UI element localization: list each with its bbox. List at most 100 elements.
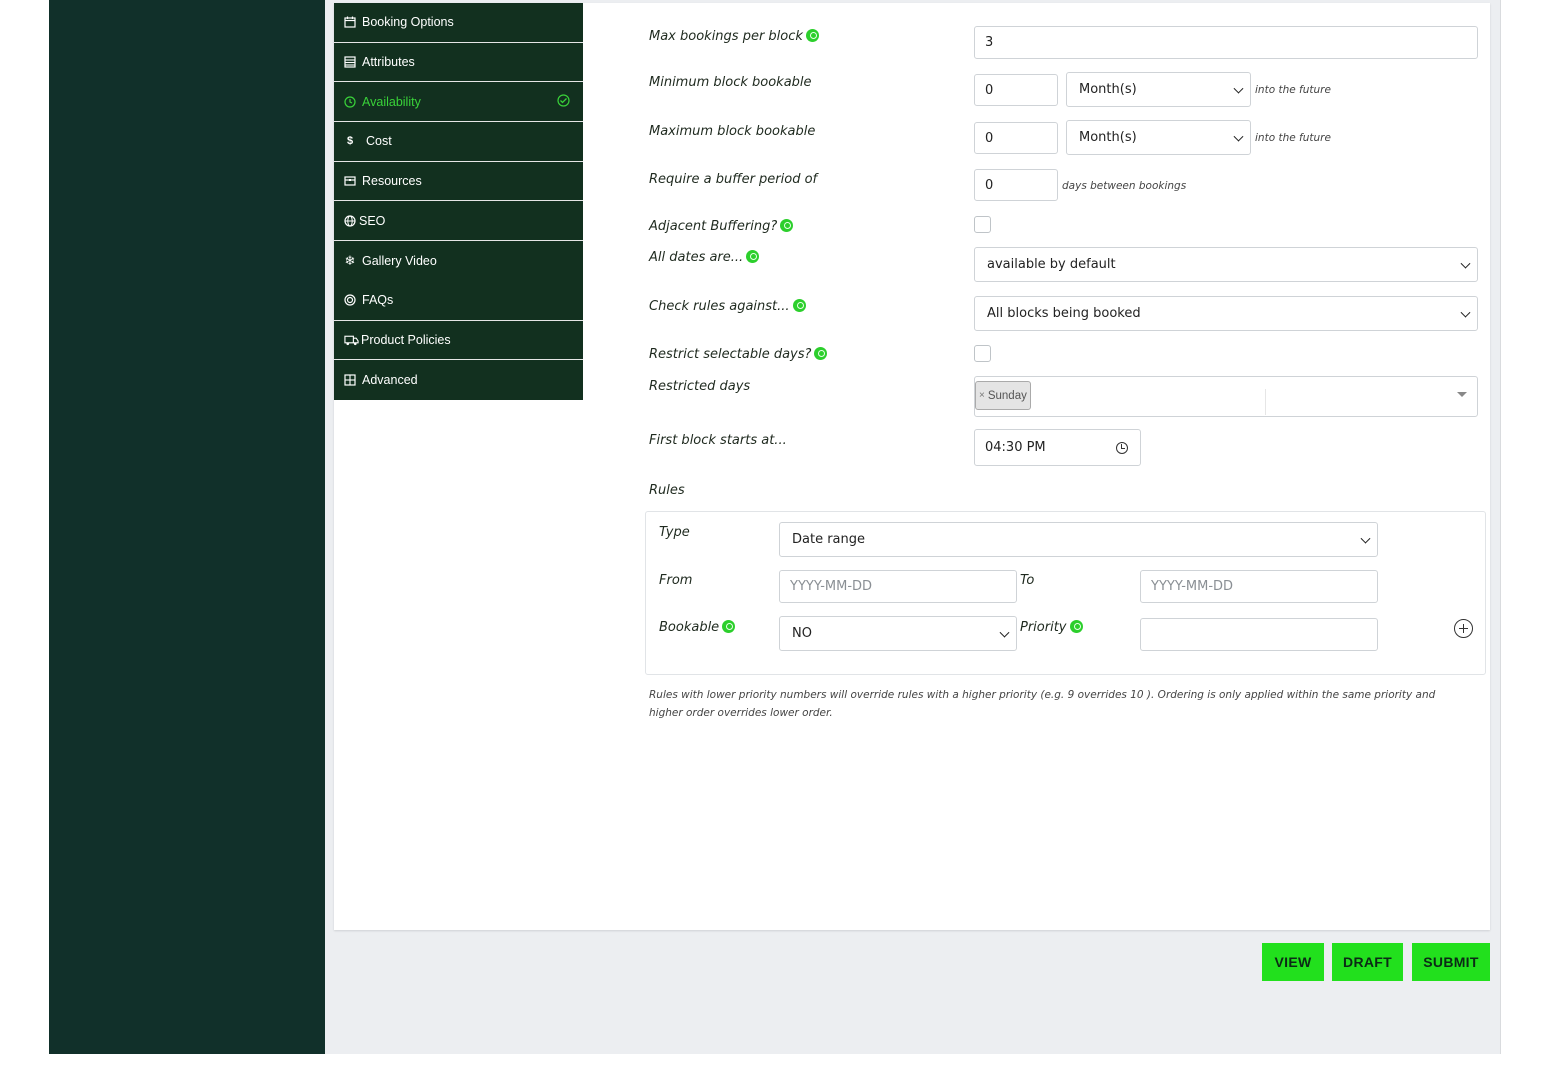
active-indicator-icon — [557, 94, 570, 107]
max-block-label: Maximum block bookable — [649, 124, 816, 139]
check-rules-label: Check rules against... — [649, 299, 806, 314]
restrict-days-checkbox[interactable] — [974, 345, 991, 362]
adjacent-buffering-checkbox[interactable] — [974, 216, 991, 233]
help-icon[interactable] — [814, 347, 828, 360]
tab-label: Advanced — [362, 373, 418, 388]
left-sidebar — [49, 0, 325, 1054]
min-block-hint: into the future — [1255, 84, 1331, 96]
tab-cost[interactable]: $ Cost — [334, 122, 583, 162]
page: Booking Options Attributes Availability … — [0, 0, 1549, 1082]
max-bookings-input[interactable]: 3 — [974, 26, 1478, 59]
restrict-days-label: Restrict selectable days? — [649, 347, 828, 362]
rule-type-label: Type — [659, 525, 690, 540]
box-icon — [343, 174, 357, 188]
submit-button[interactable]: SUBMIT — [1412, 943, 1490, 981]
view-button[interactable]: VIEW — [1262, 943, 1324, 981]
clock-icon — [343, 95, 357, 109]
all-dates-select[interactable]: available by default — [974, 247, 1478, 282]
rules-note: Rules with lower priority numbers will o… — [649, 689, 1436, 719]
select-value: available by default — [987, 257, 1116, 272]
tab-label: Cost — [366, 134, 392, 149]
tab-seo[interactable]: SEO — [334, 201, 583, 242]
clock-icon[interactable] — [1116, 442, 1128, 454]
tab-label: Resources — [362, 174, 422, 189]
buffer-label: Require a buffer period of — [649, 172, 818, 187]
max-block-input[interactable]: 0 — [974, 122, 1058, 154]
select-value: NO — [792, 626, 812, 641]
calendar-icon — [343, 15, 357, 29]
chevron-down-icon — [999, 627, 1010, 638]
chevron-down-icon — [1360, 533, 1371, 544]
help-icon[interactable] — [792, 299, 806, 312]
help-icon[interactable] — [805, 29, 819, 42]
rule-bookable-label: Bookable — [659, 620, 736, 635]
label-text: Check rules against... — [649, 299, 790, 314]
label-text: Restrict selectable days? — [649, 347, 812, 362]
tab-resources[interactable]: Resources — [334, 161, 583, 202]
rule-from-label: From — [659, 573, 693, 588]
rule-priority-input[interactable] — [1140, 618, 1378, 651]
help-icon[interactable] — [746, 250, 760, 263]
rule-bookable-select[interactable]: NO — [779, 616, 1017, 651]
label-text: Adjacent Buffering? — [649, 219, 778, 234]
restricted-days-label: Restricted days — [649, 379, 751, 394]
tab-label: FAQs — [362, 293, 394, 308]
tab-booking-options[interactable]: Booking Options — [334, 3, 583, 43]
tab-label: Attributes — [362, 55, 415, 70]
dropdown-arrow-icon[interactable] — [1457, 392, 1467, 397]
tab-gallery-video[interactable]: ❄ Gallery Video — [334, 241, 583, 281]
chevron-down-icon — [1460, 258, 1471, 269]
rule-to-label: To — [1020, 573, 1035, 588]
add-rule-icon[interactable] — [1454, 619, 1473, 638]
multiselect-divider — [1265, 389, 1266, 415]
select-value: Month(s) — [1079, 130, 1137, 145]
help-icon[interactable] — [780, 219, 794, 232]
tab-label: Booking Options — [362, 15, 454, 30]
day-tag-sunday: × Sunday — [975, 381, 1031, 410]
max-bookings-label: Max bookings per block — [649, 29, 819, 44]
rule-priority-label: Priority — [1020, 620, 1083, 635]
draft-button[interactable]: DRAFT — [1332, 943, 1403, 981]
label-text: Priority — [1020, 620, 1067, 635]
select-value: Date range — [792, 532, 866, 547]
tab-attributes[interactable]: Attributes — [334, 42, 583, 83]
max-block-hint: into the future — [1255, 132, 1331, 144]
tab-availability[interactable]: Availability — [334, 82, 583, 123]
target-icon — [343, 293, 357, 307]
rule-from-input[interactable]: YYYY-MM-DD — [779, 570, 1017, 603]
grid-icon — [343, 373, 357, 387]
max-block-unit-select[interactable]: Month(s) — [1066, 120, 1251, 155]
tab-label: Availability — [362, 94, 421, 109]
all-dates-label: All dates are... — [649, 250, 760, 265]
product-tabs: Booking Options Attributes Availability … — [334, 3, 583, 400]
min-block-unit-select[interactable]: Month(s) — [1066, 72, 1251, 107]
help-icon[interactable] — [1069, 620, 1083, 633]
tab-advanced[interactable]: Advanced — [334, 360, 583, 400]
globe-icon — [343, 214, 357, 228]
rules-label: Rules — [649, 483, 685, 498]
tab-label: Product Policies — [361, 332, 451, 347]
tab-label: Gallery Video — [362, 253, 437, 268]
tab-product-policies[interactable]: Product Policies — [334, 320, 583, 361]
label-text: Max bookings per block — [649, 29, 803, 44]
chevron-down-icon — [1460, 307, 1471, 318]
truck-icon — [343, 333, 359, 347]
check-rules-select[interactable]: All blocks being booked — [974, 296, 1478, 331]
first-block-label: First block starts at... — [649, 433, 787, 448]
min-block-label: Minimum block bookable — [649, 75, 812, 90]
rule-type-select[interactable]: Date range — [779, 522, 1378, 557]
select-value: All blocks being booked — [987, 306, 1141, 321]
remove-tag-icon[interactable]: × — [979, 390, 985, 401]
min-block-input[interactable]: 0 — [974, 74, 1058, 106]
rule-to-input[interactable]: YYYY-MM-DD — [1140, 570, 1378, 603]
buffer-hint: days between bookings — [1062, 180, 1187, 192]
tab-faqs[interactable]: FAQs — [334, 280, 583, 321]
select-value: Month(s) — [1079, 82, 1137, 97]
restricted-days-multiselect[interactable] — [974, 376, 1478, 417]
chevron-down-icon — [1233, 131, 1244, 142]
label-text: Bookable — [659, 620, 720, 635]
label-text: All dates are... — [649, 250, 744, 265]
tag-label: Sunday — [987, 389, 1027, 402]
buffer-input[interactable]: 0 — [974, 169, 1058, 201]
help-icon[interactable] — [722, 620, 736, 633]
